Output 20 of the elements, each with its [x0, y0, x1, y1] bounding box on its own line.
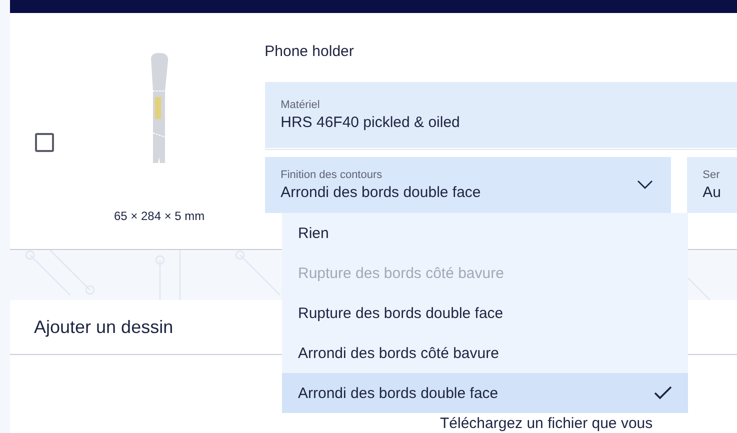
upload-description: Téléchargez un fichier que vous	[440, 414, 654, 433]
checkmark-icon	[654, 386, 672, 400]
dropdown-option[interactable]: Arrondi des bords côté bavure	[282, 333, 688, 373]
dropdown-option[interactable]: Arrondi des bords double face	[282, 373, 688, 413]
field-value: HRS 46F40 pickled & oiled	[280, 114, 461, 131]
dropdown-option[interactable]: Rien	[282, 213, 688, 253]
section-title: Ajouter un dessin	[34, 316, 174, 338]
field-value: Au	[702, 184, 721, 201]
chevron-icon	[636, 180, 653, 190]
select-field[interactable]: Finition des contours Arrondi des bords double face	[264, 157, 671, 213]
field-value: Arrondi des bords double face	[280, 184, 482, 201]
dimensions-label: 65 × 284 × 5 mm	[114, 209, 205, 223]
product-name: Phone holder	[264, 43, 355, 62]
checkbox[interactable]	[35, 132, 54, 152]
field-label: Ser	[702, 169, 721, 181]
field-label: Finition des contours	[280, 169, 384, 181]
material-field[interactable]: Matériel HRS 46F40 pickled & oiled	[264, 82, 737, 148]
dropdown-option[interactable]: Rupture des bords double face	[282, 293, 688, 333]
select-field[interactable]: Ser Au	[686, 157, 737, 213]
field-label: Matériel	[280, 99, 321, 111]
